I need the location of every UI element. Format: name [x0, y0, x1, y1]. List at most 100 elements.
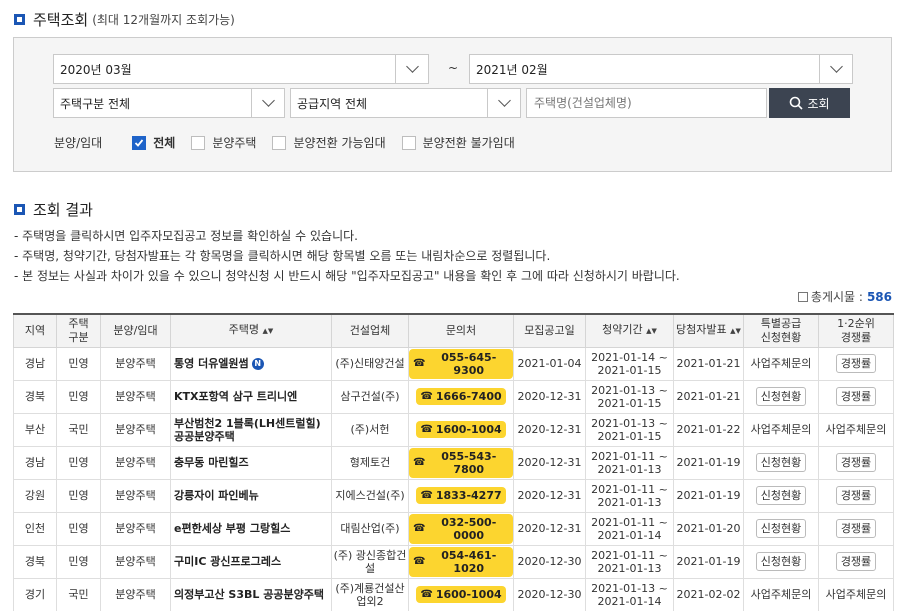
phone-badge[interactable]: ☎ 1600-1004 [416, 586, 506, 603]
cell-winner-date: 2021-01-19 [673, 445, 744, 480]
header-period-sortable[interactable]: 청약기간 ▲▼ [585, 313, 674, 348]
competition-rate-button[interactable]: 경쟁률 [835, 519, 877, 538]
competition-rate-button[interactable]: 경쟁률 [835, 453, 877, 472]
cell-sale: 분양주택 [100, 544, 171, 579]
cell-contact: ☎ 1600-1004 [408, 577, 514, 611]
checkbox-checked-icon[interactable] [132, 135, 147, 150]
table-row: 경북 민영 분양주택 KTX포항역 삼구 트리니엔 삼구건설(주) ☎ 1666-7400 2… [13, 379, 894, 414]
checkbox-icon[interactable] [401, 135, 416, 150]
cell-special: 사업주체문의 [743, 346, 819, 381]
region-select[interactable]: 공급지역 전체 [290, 88, 521, 118]
period-end: 2021-01-14 [597, 594, 662, 608]
special-status-button[interactable]: 신청현황 [755, 552, 807, 571]
table-row: 부산 국민 분양주택 부산범천2 1블록(LH센트럴힐) 공공분양주택 (주)서헌 ☎ 16… [13, 412, 894, 447]
header-winner-sortable[interactable]: 당첨자발표 ▲▼ [673, 313, 744, 348]
cell-house-name-link[interactable]: 충무동 마린힐즈 [170, 445, 332, 480]
cell-sale: 분양주택 [100, 379, 171, 414]
cell-house-name-link[interactable]: e편한세상 부평 그랑힐스 [170, 511, 332, 546]
filter-label: 분양/임대 [54, 136, 103, 150]
phone-badge[interactable]: ☎ 032-500-0000 [409, 513, 513, 544]
house-name[interactable]: 부산범천2 1블록(LH센트럴힐) 공공분양주택 [174, 417, 321, 443]
house-name[interactable]: KTX포항역 삼구 트리니엔 [174, 390, 297, 403]
from-month-value: 2020년 03월 [60, 62, 132, 77]
house-name-input[interactable] [526, 88, 767, 118]
cell-house-name-link[interactable]: 구미IC 광신프로그레스 [170, 544, 332, 579]
period-end: 2021-01-13 [597, 462, 662, 476]
competition-rate-button[interactable]: 경쟁률 [835, 552, 877, 571]
cell-rank: 경쟁률 [818, 544, 894, 579]
cell-notice-date: 2020-12-31 [513, 445, 586, 480]
checkbox-icon[interactable] [191, 135, 206, 150]
total-count-value: 586 [866, 289, 892, 304]
phone-badge[interactable]: ☎ 1833-4277 [416, 487, 506, 504]
cell-special: 신청현황 [743, 544, 819, 579]
competition-rate-button[interactable]: 경쟁률 [835, 486, 877, 505]
cell-special: 사업주체문의 [743, 577, 819, 611]
phone-badge[interactable]: ☎ 055-543-7800 [409, 447, 513, 478]
phone-badge[interactable]: ☎ 1600-1004 [416, 421, 506, 438]
phone-number: 1600-1004 [435, 588, 502, 601]
cell-house-name-link[interactable]: KTX포항역 삼구 트리니엔 [170, 379, 332, 414]
filter-convertible-checkbox[interactable]: 분양전환 가능임대 [272, 134, 386, 151]
cell-house-name-link[interactable]: 부산범천2 1블록(LH센트럴힐) 공공분양주택 [170, 412, 332, 447]
table-row: 경남 민영 분양주택 충무동 마린힐즈 형제토건 ☎ 055-543-7800 2020-12… [13, 445, 894, 480]
table-row: 경남 민영 분양주택 통영 더유엘원썸 N (주)신태양건설 ☎ 055-645-9300 20… [13, 346, 894, 381]
cell-notice-date: 2021-01-04 [513, 346, 586, 381]
from-month-select[interactable]: 2020년 03월 [53, 54, 429, 84]
cell-special: 사업주체문의 [743, 412, 819, 447]
chevron-down-icon[interactable] [487, 89, 520, 117]
sort-icon[interactable]: ▲▼ [646, 327, 657, 335]
cell-builder: 대림산업(주) [331, 511, 409, 546]
phone-badge[interactable]: ☎ 054-461-1020 [409, 546, 513, 577]
cell-rank: 경쟁률 [818, 478, 894, 513]
competition-rate-button[interactable]: 경쟁률 [835, 387, 877, 406]
special-status-button[interactable]: 신청현황 [755, 387, 807, 406]
sort-icon[interactable]: ▲▼ [263, 327, 274, 335]
cell-house-name-link[interactable]: 강릉자이 파인베뉴 [170, 478, 332, 513]
filter-label-text: 분양주택 [212, 136, 257, 150]
house-name[interactable]: 의정부고산 S3BL 공공분양주택 [174, 588, 324, 601]
section-bullet-icon [14, 204, 25, 215]
phone-badge[interactable]: ☎ 1666-7400 [416, 388, 506, 405]
phone-badge[interactable]: ☎ 055-645-9300 [409, 348, 513, 379]
cell-type: 국민 [56, 577, 101, 611]
checkbox-icon[interactable] [272, 135, 287, 150]
house-name[interactable]: e편한세상 부평 그랑힐스 [174, 522, 290, 535]
chevron-down-icon[interactable] [395, 55, 428, 83]
house-name[interactable]: 구미IC 광신프로그레스 [174, 555, 281, 568]
to-month-select[interactable]: 2021년 02월 [469, 54, 853, 84]
chevron-down-icon[interactable] [819, 55, 852, 83]
cell-sale: 분양주택 [100, 445, 171, 480]
filter-nonconvertible-checkbox[interactable]: 분양전환 불가임대 [401, 134, 515, 151]
phone-icon: ☎ [420, 490, 433, 501]
cell-region: 부산 [13, 412, 57, 447]
house-name[interactable]: 통영 더유엘원썸 [174, 357, 249, 370]
cell-rank: 사업주체문의 [818, 577, 894, 611]
special-status-button[interactable]: 신청현황 [755, 486, 807, 505]
search-button[interactable]: 조회 [769, 88, 850, 118]
search-icon [790, 96, 804, 110]
competition-rate-button[interactable]: 경쟁률 [835, 354, 877, 373]
special-status-button[interactable]: 신청현황 [755, 453, 807, 472]
cell-winner-date: 2021-01-19 [673, 478, 744, 513]
house-type-select[interactable]: 주택구분 전체 [53, 88, 285, 118]
cell-house-name-link[interactable]: 의정부고산 S3BL 공공분양주택 [170, 577, 332, 611]
house-name[interactable]: 강릉자이 파인베뉴 [174, 489, 259, 502]
header-name-sortable[interactable]: 주택명 ▲▼ [170, 313, 332, 348]
cell-special: 신청현황 [743, 478, 819, 513]
chevron-down-icon[interactable] [251, 89, 284, 117]
filter-all-checkbox[interactable]: 전체 [132, 134, 175, 151]
cell-builder: 형제토건 [331, 445, 409, 480]
search-subtitle: (최대 12개월까지 조회가능) [92, 13, 235, 27]
sort-icon[interactable]: ▲▼ [730, 327, 741, 335]
sale-type-filters: 분양/임대 전체 분양주택 분양전환 가능임대 분양전환 불가임대 [54, 134, 531, 151]
filter-sale-checkbox[interactable]: 분양주택 [191, 134, 256, 151]
region-value: 공급지역 전체 [297, 96, 368, 111]
period-end: 2021-01-15 [597, 363, 662, 377]
period-start: 2021-01-11 ~ [591, 449, 668, 463]
cell-house-name-link[interactable]: 통영 더유엘원썸 N [170, 346, 332, 381]
house-name[interactable]: 충무동 마린힐즈 [174, 456, 249, 469]
special-status-button[interactable]: 신청현황 [755, 519, 807, 538]
phone-icon: ☎ [413, 523, 426, 534]
phone-number: 1833-4277 [435, 489, 502, 502]
